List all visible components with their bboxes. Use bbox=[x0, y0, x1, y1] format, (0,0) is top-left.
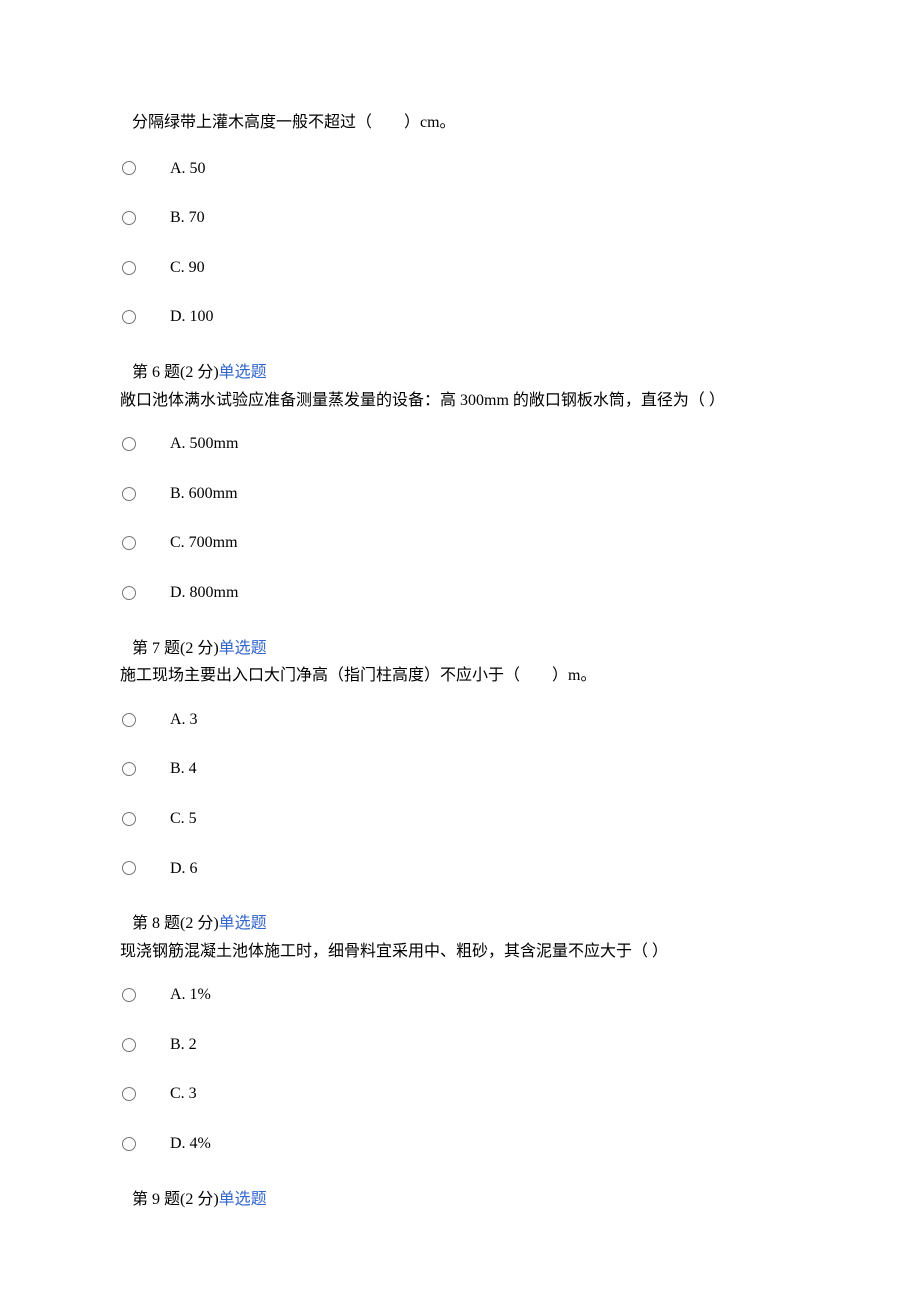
question-7-header: 第 7 题(2 分)单选题 bbox=[120, 636, 800, 662]
question-5-option-c-label: C. 90 bbox=[170, 255, 800, 281]
question-5-stem: 分隔绿带上灌木高度一般不超过（ ）cm。 bbox=[120, 110, 800, 136]
question-6-option-b-radio[interactable] bbox=[122, 487, 136, 501]
question-6-option-d-label: D. 800mm bbox=[170, 580, 800, 606]
question-5-option-b-label: B. 70 bbox=[170, 205, 800, 231]
question-5-option-c-radio[interactable] bbox=[122, 261, 136, 275]
question-5-option-b: B. 70 bbox=[120, 193, 800, 243]
question-7-option-b-label: B. 4 bbox=[170, 756, 800, 782]
radio-wrap bbox=[120, 586, 170, 600]
question-5-option-a-label: A. 50 bbox=[170, 156, 800, 182]
question-7-option-c-radio[interactable] bbox=[122, 812, 136, 826]
question-8-option-b-radio[interactable] bbox=[122, 1038, 136, 1052]
question-6-stem: 敞口池体满水试验应准备测量蒸发量的设备：高 300mm 的敞口钢板水筒，直径为（… bbox=[120, 388, 800, 414]
question-6-option-a: A. 500mm bbox=[120, 419, 800, 469]
question-7-option-a-label: A. 3 bbox=[170, 707, 800, 733]
radio-wrap bbox=[120, 988, 170, 1002]
question-9-header-prefix: 第 9 题(2 分) bbox=[132, 1191, 219, 1208]
question-6-header: 第 6 题(2 分)单选题 bbox=[120, 360, 800, 386]
question-type-label: 单选题 bbox=[219, 640, 267, 657]
question-7-option-b: B. 4 bbox=[120, 744, 800, 794]
question-7-option-d: D. 6 bbox=[120, 844, 800, 894]
question-8-option-c: C. 3 bbox=[120, 1069, 800, 1119]
question-5-option-c: C. 90 bbox=[120, 243, 800, 293]
question-7-header-prefix: 第 7 题(2 分) bbox=[132, 640, 219, 657]
radio-wrap bbox=[120, 161, 170, 175]
question-5-option-d-label: D. 100 bbox=[170, 304, 800, 330]
question-8-option-d-radio[interactable] bbox=[122, 1137, 136, 1151]
question-6-option-d: D. 800mm bbox=[120, 568, 800, 618]
question-7-option-b-radio[interactable] bbox=[122, 762, 136, 776]
question-7-option-a-radio[interactable] bbox=[122, 713, 136, 727]
question-8-header-prefix: 第 8 题(2 分) bbox=[132, 915, 219, 932]
question-9: 第 9 题(2 分)单选题 bbox=[120, 1187, 800, 1213]
question-8-stem: 现浇钢筋混凝土池体施工时，细骨料宜采用中、粗砂，其含泥量不应大于（ ） bbox=[120, 939, 800, 965]
question-type-label: 单选题 bbox=[219, 364, 267, 381]
question-6-option-b-label: B. 600mm bbox=[170, 481, 800, 507]
question-7-option-c: C. 5 bbox=[120, 794, 800, 844]
question-8: 第 8 题(2 分)单选题 现浇钢筋混凝土池体施工时，细骨料宜采用中、粗砂，其含… bbox=[120, 911, 800, 1169]
question-8-option-d: D. 4% bbox=[120, 1119, 800, 1169]
question-6-option-b: B. 600mm bbox=[120, 469, 800, 519]
radio-wrap bbox=[120, 437, 170, 451]
question-5-option-d: D. 100 bbox=[120, 292, 800, 342]
question-5-option-d-radio[interactable] bbox=[122, 310, 136, 324]
radio-wrap bbox=[120, 487, 170, 501]
question-6-option-c-radio[interactable] bbox=[122, 536, 136, 550]
question-type-label: 单选题 bbox=[219, 1191, 267, 1208]
radio-wrap bbox=[120, 1137, 170, 1151]
question-7-option-d-label: D. 6 bbox=[170, 856, 800, 882]
question-7-stem: 施工现场主要出入口大门净高（指门柱高度）不应小于（ ）m。 bbox=[120, 663, 800, 689]
question-6-option-c: C. 700mm bbox=[120, 518, 800, 568]
question-5-option-a-radio[interactable] bbox=[122, 161, 136, 175]
question-8-option-a-radio[interactable] bbox=[122, 988, 136, 1002]
question-8-header: 第 8 题(2 分)单选题 bbox=[120, 911, 800, 937]
radio-wrap bbox=[120, 713, 170, 727]
radio-wrap bbox=[120, 812, 170, 826]
question-8-option-c-radio[interactable] bbox=[122, 1087, 136, 1101]
radio-wrap bbox=[120, 861, 170, 875]
question-8-option-b-label: B. 2 bbox=[170, 1032, 800, 1058]
radio-wrap bbox=[120, 1038, 170, 1052]
question-7-option-c-label: C. 5 bbox=[170, 806, 800, 832]
question-5-option-b-radio[interactable] bbox=[122, 211, 136, 225]
radio-wrap bbox=[120, 211, 170, 225]
question-9-header: 第 9 题(2 分)单选题 bbox=[120, 1187, 800, 1213]
question-7-option-a: A. 3 bbox=[120, 695, 800, 745]
radio-wrap bbox=[120, 310, 170, 324]
question-8-option-a: A. 1% bbox=[120, 970, 800, 1020]
radio-wrap bbox=[120, 762, 170, 776]
question-6-option-c-label: C. 700mm bbox=[170, 530, 800, 556]
question-6-option-a-label: A. 500mm bbox=[170, 431, 800, 457]
question-5-option-a: A. 50 bbox=[120, 144, 800, 194]
question-type-label: 单选题 bbox=[219, 915, 267, 932]
question-6-option-a-radio[interactable] bbox=[122, 437, 136, 451]
radio-wrap bbox=[120, 536, 170, 550]
question-6-option-d-radio[interactable] bbox=[122, 586, 136, 600]
question-5: 分隔绿带上灌木高度一般不超过（ ）cm。 A. 50 B. 70 C. 90 D… bbox=[120, 110, 800, 342]
question-6: 第 6 题(2 分)单选题 敞口池体满水试验应准备测量蒸发量的设备：高 300m… bbox=[120, 360, 800, 618]
question-6-header-prefix: 第 6 题(2 分) bbox=[132, 364, 219, 381]
question-7: 第 7 题(2 分)单选题 施工现场主要出入口大门净高（指门柱高度）不应小于（ … bbox=[120, 636, 800, 894]
question-7-option-d-radio[interactable] bbox=[122, 861, 136, 875]
question-8-option-c-label: C. 3 bbox=[170, 1081, 800, 1107]
question-8-option-b: B. 2 bbox=[120, 1020, 800, 1070]
question-8-option-a-label: A. 1% bbox=[170, 982, 800, 1008]
radio-wrap bbox=[120, 261, 170, 275]
radio-wrap bbox=[120, 1087, 170, 1101]
question-8-option-d-label: D. 4% bbox=[170, 1131, 800, 1157]
